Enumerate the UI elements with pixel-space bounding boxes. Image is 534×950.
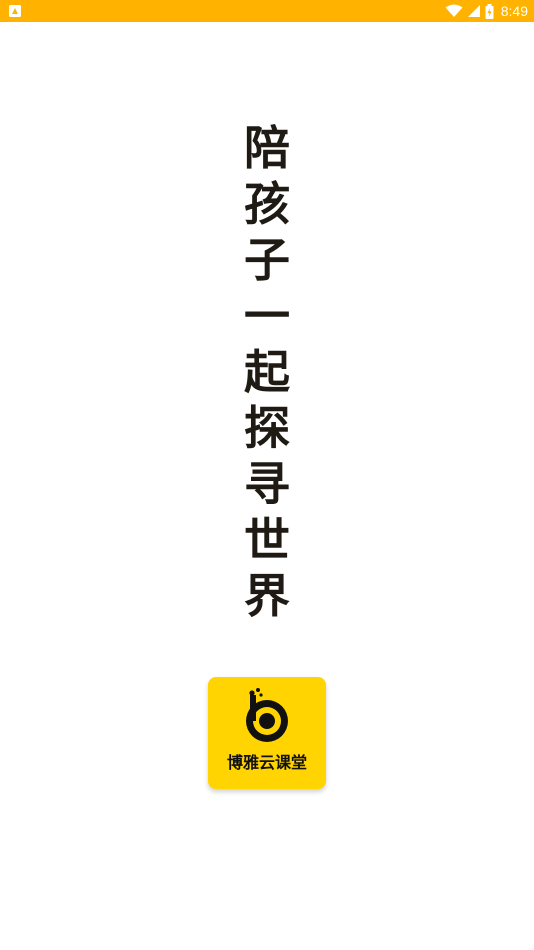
slogan-vertical: 陪 孩 子 一 起 探 寻 世 界 [0, 120, 534, 624]
slogan-char: 陪 [244, 121, 290, 175]
notification-icon [9, 5, 21, 17]
app-logo: 博雅云课堂 [208, 677, 326, 789]
battery-icon [485, 3, 494, 19]
slogan-char: 一 [244, 289, 290, 343]
wifi-icon [445, 4, 463, 17]
status-time: 8:49 [500, 3, 528, 19]
slogan-char: 寻 [244, 457, 290, 511]
slogan-char: 子 [244, 233, 290, 287]
app-name: 博雅云课堂 [226, 753, 307, 772]
slogan-char: 起 [244, 345, 290, 399]
status-bar: 8:49 [0, 0, 534, 22]
logo-mark-icon [246, 688, 288, 742]
slogan-char: 孩 [244, 177, 290, 231]
status-icons: 8:49 [445, 0, 528, 22]
slogan-char: 世 [244, 513, 290, 567]
signal-icon [467, 5, 480, 17]
slogan-char: 界 [244, 569, 290, 623]
slogan-char: 探 [244, 401, 290, 455]
